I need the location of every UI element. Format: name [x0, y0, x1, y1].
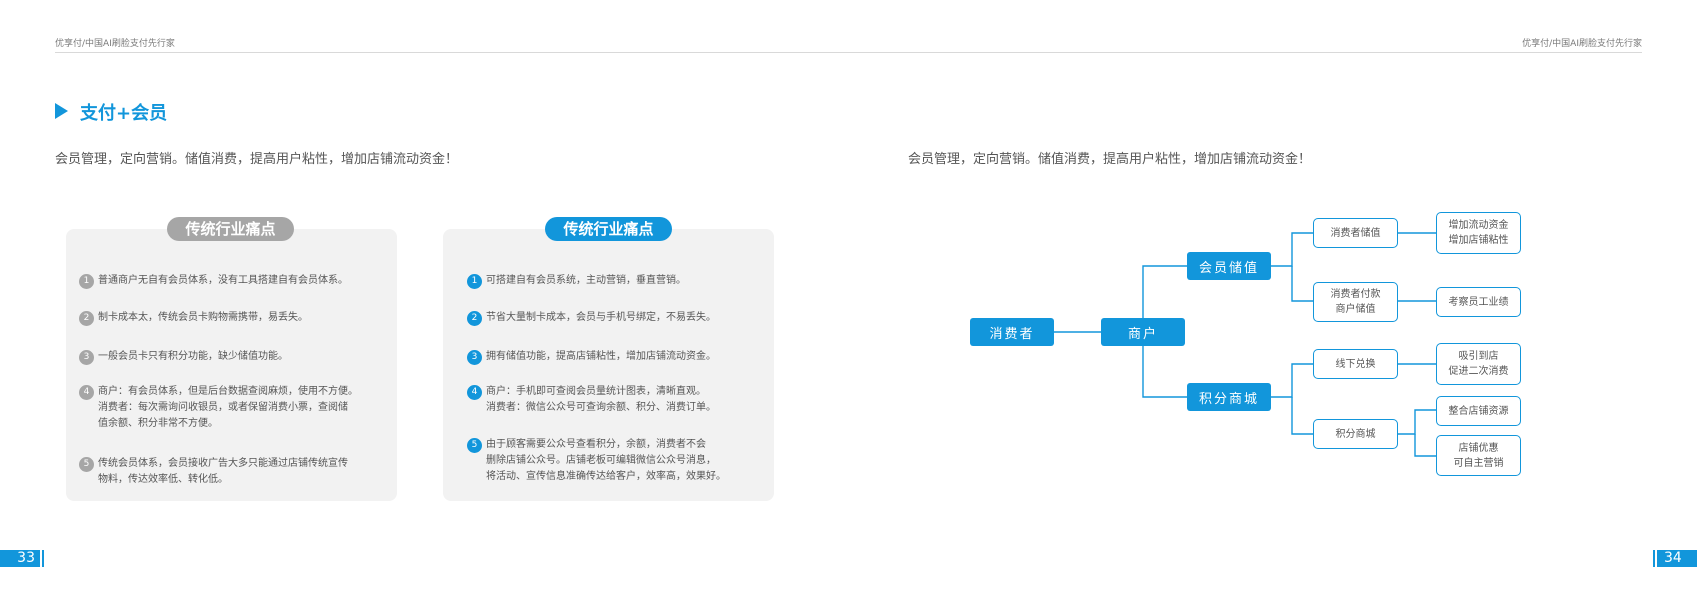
connector-line: [1398, 409, 1436, 435]
page-number-left: 33: [0, 550, 40, 567]
page-number-accent: [42, 550, 44, 567]
connector-line: [1291, 397, 1313, 435]
node-points-mall: 积分商城: [1187, 383, 1271, 411]
connector-line: [1271, 232, 1313, 267]
connector-line: [1271, 363, 1313, 398]
node-staff-performance: 考察员工业绩: [1436, 287, 1521, 317]
node-member-stored-value: 会员储值: [1187, 252, 1271, 280]
node-consumer-pay-merchant-stored: 消费者付款 商户储值: [1313, 282, 1398, 322]
node-consumer-stored-value: 消费者储值: [1313, 218, 1398, 248]
node-consumer: 消费者: [970, 318, 1054, 346]
node-store-offers: 店铺优惠 可自主营销: [1436, 435, 1521, 476]
node-attract-visit: 吸引到店 促进二次消费: [1436, 343, 1521, 385]
node-merchant: 商户: [1101, 318, 1185, 346]
connector-line: [1414, 434, 1436, 457]
connector-line: [1291, 266, 1313, 302]
page-number-accent: [1653, 550, 1655, 567]
node-points-mall-sub: 积分商城: [1313, 419, 1398, 449]
node-integrate-resources: 整合店铺资源: [1436, 396, 1521, 426]
page-number-right: 34: [1657, 550, 1697, 567]
node-add-cash-flow: 增加流动资金 增加店铺粘性: [1436, 212, 1521, 254]
node-offline-redeem: 线下兑换: [1313, 349, 1398, 379]
